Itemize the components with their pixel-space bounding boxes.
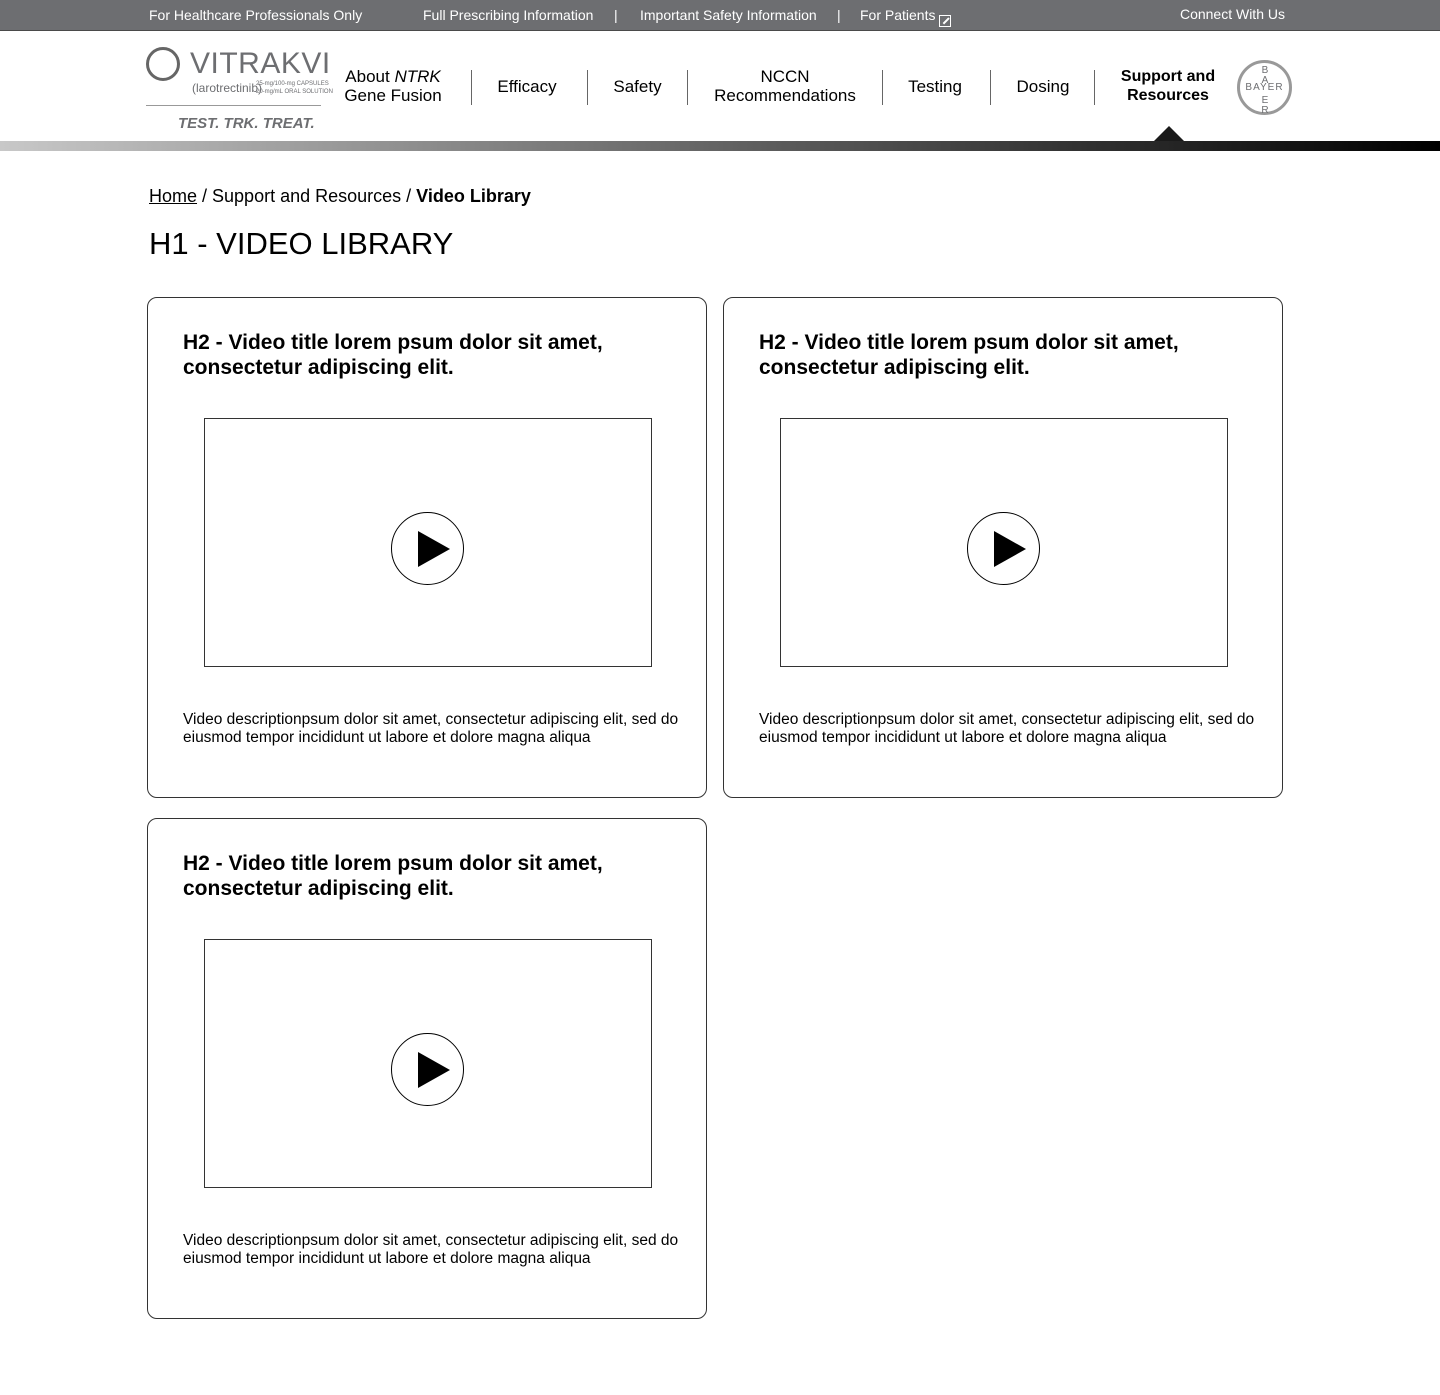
logo-generic-name: (larotrectinib) (192, 81, 263, 95)
utility-separator: | (837, 7, 841, 23)
for-patients-label: For Patients (860, 7, 936, 23)
breadcrumb-section: Support and Resources (212, 186, 402, 206)
nav-dosing[interactable]: Dosing (1003, 31, 1083, 141)
video-description: Video descriptionpsum dolor sit amet, co… (759, 711, 1255, 746)
nav-testing[interactable]: Testing (895, 31, 975, 141)
utility-separator: | (614, 7, 618, 23)
logo-dose-line: 25-mg/100-mg CAPSULES (256, 81, 329, 87)
video-title: H2 - Video title lorem psum dolor sit am… (183, 852, 603, 900)
breadcrumb: Home / Support and Resources / Video Lib… (149, 186, 531, 207)
vitrakvi-logo[interactable]: VITRAKVI (larotrectinib) 25-mg/100-mg CA… (146, 45, 333, 135)
full-prescribing-link[interactable]: Full Prescribing Information (423, 7, 593, 23)
breadcrumb-separator: / (197, 186, 213, 206)
nav-nccn-line2: Recommendations (714, 86, 856, 105)
nav-nccn-line1: NCCN (760, 67, 810, 86)
play-icon[interactable] (391, 1033, 464, 1106)
nav-about-ntrk: NTRK (394, 67, 441, 86)
play-icon[interactable] (967, 512, 1040, 585)
nav-divider (687, 70, 688, 105)
main-header: VITRAKVI (larotrectinib) 25-mg/100-mg CA… (0, 31, 1440, 142)
nav-safety[interactable]: Safety (600, 31, 675, 141)
header-gradient-bar (0, 141, 1440, 151)
video-title: H2 - Video title lorem psum dolor sit am… (759, 331, 1179, 379)
nav-about-prefix: About (345, 67, 395, 86)
nav-divider (587, 70, 588, 105)
nav-nccn[interactable]: NCCN Recommendations (700, 31, 870, 141)
vitrakvi-logo-icon (146, 47, 180, 81)
for-patients-link[interactable]: For Patients (860, 7, 952, 27)
nav-support-line2: Resources (1127, 87, 1209, 104)
video-card: H2 - Video title lorem psum dolor sit am… (147, 297, 707, 798)
bayer-letter: A (1261, 75, 1269, 86)
external-link-icon (939, 15, 952, 27)
logo-dose-line: 20-mg/mL ORAL SOLUTION (256, 89, 333, 95)
video-description: Video descriptionpsum dolor sit amet, co… (183, 1232, 679, 1267)
logo-dosage: 25-mg/100-mg CAPSULES 20-mg/mL ORAL SOLUT… (256, 80, 333, 96)
nav-about-label: About NTRK Gene Fusion (344, 67, 441, 105)
logo-name: VITRAKVI (190, 47, 331, 80)
nav-support-label: Support and Resources (1121, 67, 1215, 105)
video-player[interactable] (204, 939, 652, 1188)
video-player[interactable] (204, 418, 652, 667)
utility-bar: For Healthcare Professionals Only Full P… (0, 0, 1440, 31)
logo-tagline: TEST. TRK. TREAT. (178, 115, 315, 132)
breadcrumb-current: Video Library (416, 186, 531, 206)
nav-divider (990, 70, 991, 105)
breadcrumb-separator: / (401, 186, 417, 206)
play-icon[interactable] (391, 512, 464, 585)
bayer-cross-icon[interactable]: BAYER B A Y E R (1237, 60, 1292, 116)
logo-divider (146, 105, 321, 106)
nav-efficacy[interactable]: Efficacy (484, 31, 570, 141)
nav-divider (1094, 70, 1095, 105)
nav-support-line1: Support and (1120, 68, 1216, 85)
bayer-letter: R (1261, 105, 1269, 116)
active-nav-indicator (1153, 126, 1185, 142)
nav-support-resources[interactable]: Support and Resources (1105, 31, 1231, 141)
video-description: Video descriptionpsum dolor sit amet, co… (183, 711, 679, 746)
nav-divider (882, 70, 883, 105)
connect-with-us-link[interactable]: Connect With Us (1180, 6, 1285, 22)
video-player[interactable] (780, 418, 1228, 667)
nav-divider (471, 70, 472, 105)
video-title: H2 - Video title lorem psum dolor sit am… (183, 331, 603, 379)
nav-about-ntrk[interactable]: About NTRK Gene Fusion (338, 31, 448, 141)
nav-nccn-label: NCCN Recommendations (714, 67, 856, 105)
video-card: H2 - Video title lorem psum dolor sit am… (723, 297, 1283, 798)
video-card: H2 - Video title lorem psum dolor sit am… (147, 818, 707, 1319)
bayer-vertical-text: B A Y E R (1261, 66, 1269, 116)
page-title: H1 - VIDEO LIBRARY (149, 226, 454, 261)
nav-about-line2: Gene Fusion (344, 86, 442, 105)
safety-info-link[interactable]: Important Safety Information (640, 7, 817, 23)
hcp-only-label: For Healthcare Professionals Only (149, 7, 363, 23)
breadcrumb-home[interactable]: Home (149, 186, 197, 206)
